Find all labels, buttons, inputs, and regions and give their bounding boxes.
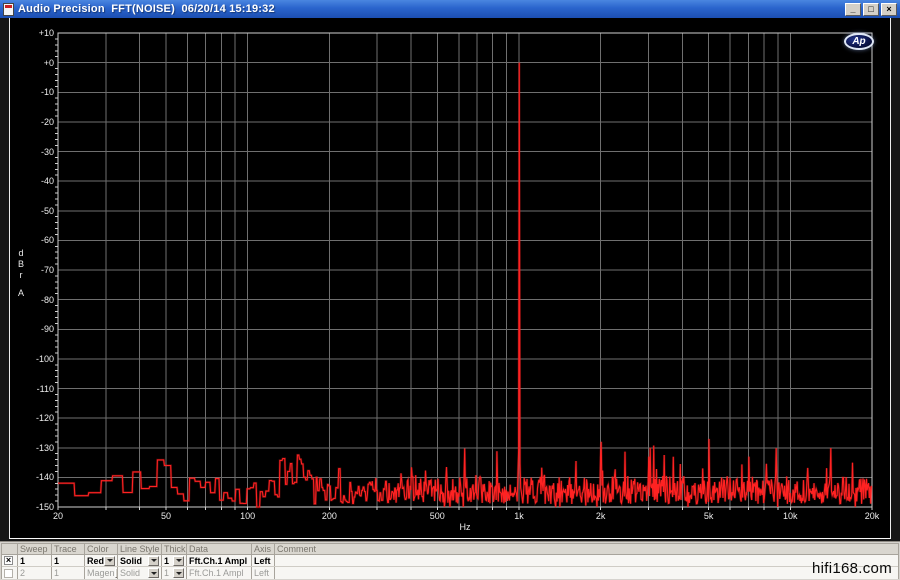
plot-panel: d B r A Hz +10+0-10-20-30-40-50-60-70-80… <box>9 18 891 539</box>
header-line_style: Line Style <box>118 544 162 554</box>
cell-thick: 1 <box>162 555 187 566</box>
sweep-enable-checkbox[interactable]: × <box>4 556 13 565</box>
header-thick: Thick <box>162 544 187 554</box>
cell-sweep: 2 <box>18 567 52 579</box>
cell-axis: Left <box>252 567 275 579</box>
fft-trace-glow <box>58 63 871 507</box>
color-value: Red <box>87 556 104 566</box>
cell-comment <box>275 567 898 579</box>
cell-color: Red <box>85 555 118 566</box>
watermark: hifi168.com <box>812 560 892 577</box>
cell-check: × <box>2 555 18 566</box>
sweep-table-rows: × 1 1 Red Solid 1 Fft.Ch.1 Ampl Left 2 1 Magen Soli… <box>2 555 898 579</box>
maximize-button[interactable]: □ <box>863 3 879 16</box>
line_style-dropdown-button[interactable] <box>148 556 159 566</box>
cell-trace: 1 <box>52 567 85 579</box>
thick-dropdown-button[interactable] <box>173 556 184 566</box>
fft-trace <box>58 63 871 507</box>
sweep-table-header: SweepTraceColorLine StyleThickDataAxisCo… <box>2 544 898 555</box>
trace-value: 1 <box>54 568 59 578</box>
sweep-value: 1 <box>20 556 25 566</box>
header-color: Color <box>85 544 118 554</box>
close-button[interactable]: × <box>881 3 897 16</box>
sweep-value: 2 <box>20 568 25 578</box>
cell-line_style: Solid <box>118 555 162 566</box>
audio-precision-logo: Ap <box>844 33 874 50</box>
sweep-row: × 1 1 Red Solid 1 Fft.Ch.1 Ampl Left <box>2 555 898 567</box>
sweep-panel: SweepTraceColorLine StyleThickDataAxisCo… <box>0 541 900 580</box>
header-comment: Comment <box>275 544 898 554</box>
thick-value: 1 <box>164 568 169 578</box>
data-value: Fft.Ch.1 Ampl <box>189 568 244 578</box>
ap-logo-text: Ap <box>852 37 865 47</box>
header-axis: Axis <box>252 544 275 554</box>
header-data: Data <box>187 544 252 554</box>
fft-plot <box>10 18 890 538</box>
axis-value: Left <box>254 556 271 566</box>
cell-comment <box>275 555 898 566</box>
titlebar[interactable]: Audio Precision FFT(NOISE) 06/20/14 15:1… <box>0 0 900 18</box>
sweep-row: 2 1 Magen Solid 1 Fft.Ch.1 Ampl Left <box>2 567 898 579</box>
header-sweep: Sweep <box>18 544 52 554</box>
cell-trace: 1 <box>52 555 85 566</box>
sweep-enable-checkbox[interactable] <box>4 569 13 578</box>
window-controls: _ □ × <box>845 3 897 16</box>
cell-axis: Left <box>252 555 275 566</box>
chevron-down-icon <box>151 559 157 562</box>
cell-data: Fft.Ch.1 Ampl <box>187 555 252 566</box>
thick-dropdown-button[interactable] <box>173 568 184 578</box>
client-area: d B r A Hz +10+0-10-20-30-40-50-60-70-80… <box>0 18 900 541</box>
thick-value: 1 <box>164 556 169 566</box>
line_style-value: Solid <box>120 556 142 566</box>
chevron-down-icon <box>107 559 113 562</box>
color-value: Magen <box>87 568 115 578</box>
cell-line_style: Solid <box>118 567 162 579</box>
data-value: Fft.Ch.1 Ampl <box>189 556 247 566</box>
trace-value: 1 <box>54 556 59 566</box>
app-window: Audio Precision FFT(NOISE) 06/20/14 15:1… <box>0 0 900 580</box>
line_style-value: Solid <box>120 568 140 578</box>
line_style-dropdown-button[interactable] <box>148 568 159 578</box>
cell-data: Fft.Ch.1 Ampl <box>187 567 252 579</box>
header-trace: Trace <box>52 544 85 554</box>
sweep-table: SweepTraceColorLine StyleThickDataAxisCo… <box>1 543 899 579</box>
window-title: Audio Precision FFT(NOISE) 06/20/14 15:1… <box>18 3 845 15</box>
chevron-down-icon <box>151 572 157 575</box>
app-icon <box>3 3 14 16</box>
chevron-down-icon <box>176 572 182 575</box>
cell-thick: 1 <box>162 567 187 579</box>
header-check <box>2 544 18 554</box>
color-dropdown-button[interactable] <box>104 556 115 566</box>
minimize-button[interactable]: _ <box>845 3 861 16</box>
chevron-down-icon <box>176 559 182 562</box>
cell-color: Magen <box>85 567 118 579</box>
axis-value: Left <box>254 568 269 578</box>
cell-check <box>2 567 18 579</box>
cell-sweep: 1 <box>18 555 52 566</box>
